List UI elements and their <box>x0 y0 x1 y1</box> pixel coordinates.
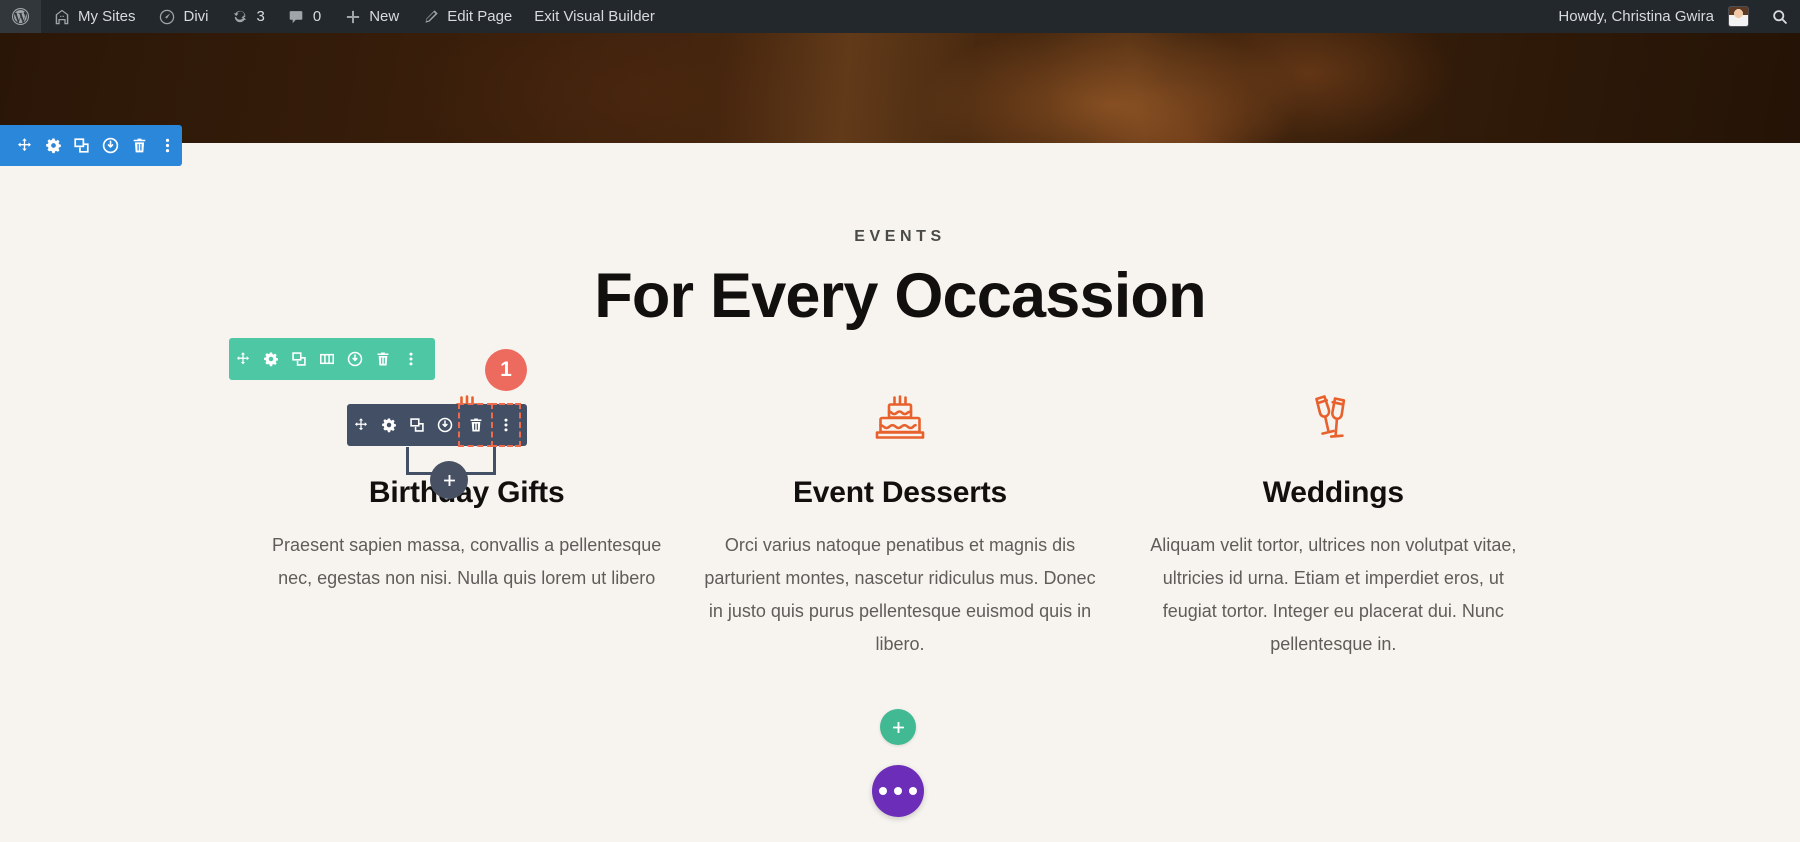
page-title: For Every Occassion <box>594 261 1206 331</box>
column-body: Praesent sapien massa, convallis a pelle… <box>272 535 662 589</box>
move-row-icon[interactable] <box>229 338 257 380</box>
add-module-inline-button[interactable] <box>430 461 468 499</box>
admin-bar-wordpress-logo[interactable] <box>0 0 41 33</box>
admin-bar-my-sites-label: My Sites <box>78 8 136 25</box>
admin-bar-new-content[interactable]: New <box>332 0 410 33</box>
sites-icon <box>52 7 71 26</box>
column-body: Orci varius natoque penatibus et magnis … <box>704 535 1096 655</box>
delete-section-icon[interactable] <box>125 125 154 166</box>
admin-bar-edit-page-label: Edit Page <box>447 8 513 25</box>
column-title: Weddings <box>1262 476 1404 510</box>
column-title: Event Desserts <box>793 476 1007 510</box>
section-eyebrow: EVENTS <box>854 228 946 245</box>
admin-bar-comments-count: 0 <box>312 8 322 25</box>
row-count-badge: 1 <box>485 349 527 391</box>
admin-bar-my-sites[interactable]: My Sites <box>41 0 147 33</box>
module-toolbar[interactable] <box>347 403 527 447</box>
search-icon <box>1770 7 1789 26</box>
admin-bar-updates[interactable]: 3 <box>220 0 276 33</box>
wordpress-logo-icon <box>11 7 30 26</box>
column-structure-icon[interactable] <box>313 338 341 380</box>
birthday-cake-icon <box>701 384 1098 446</box>
ellipsis-icon <box>879 787 887 795</box>
module-options-icon[interactable] <box>491 403 521 447</box>
admin-bar-howdy-label: Howdy, Christina Gwira <box>1558 8 1714 25</box>
column-weddings[interactable]: Weddings Aliquam velit tortor, ultrices … <box>1117 384 1550 661</box>
ellipsis-icon <box>894 787 902 795</box>
disable-row-icon[interactable] <box>341 338 369 380</box>
admin-bar-divi-label: Divi <box>183 8 209 25</box>
disable-module-icon[interactable] <box>431 404 459 446</box>
delete-row-icon[interactable] <box>369 338 397 380</box>
builder-settings-fab[interactable] <box>872 765 924 817</box>
section-toolbar[interactable] <box>0 125 182 166</box>
move-section-icon[interactable] <box>10 125 39 166</box>
admin-bar-my-account[interactable]: Howdy, Christina Gwira <box>1547 0 1759 33</box>
comments-icon <box>287 7 306 26</box>
section-heading-group: EVENTS For Every Occassion <box>0 143 1800 330</box>
move-module-icon[interactable] <box>347 404 375 446</box>
module-settings-icon[interactable] <box>375 404 403 446</box>
blurb-columns: Birthday Gifts Praesent sapien massa, co… <box>0 384 1800 661</box>
hero-image-strip <box>0 33 1800 143</box>
row-toolbar[interactable] <box>229 338 435 380</box>
admin-bar-exit-visual-builder[interactable]: Exit Visual Builder <box>523 0 666 33</box>
plus-icon <box>343 7 362 26</box>
column-body: Aliquam velit tortor, ultrices non volut… <box>1150 535 1517 655</box>
admin-bar-comments[interactable]: 0 <box>276 0 332 33</box>
section-settings-icon[interactable] <box>39 125 68 166</box>
admin-bar-right-group: Howdy, Christina Gwira <box>1547 0 1800 33</box>
admin-bar-new-label: New <box>369 8 400 25</box>
add-module-button[interactable] <box>880 709 916 745</box>
champagne-glasses-icon <box>1135 384 1532 446</box>
avatar <box>1729 7 1748 26</box>
admin-bar-updates-count: 3 <box>256 8 265 25</box>
divi-dashboard-icon <box>158 7 177 26</box>
ellipsis-icon <box>909 787 917 795</box>
duplicate-module-icon[interactable] <box>403 404 431 446</box>
section-options-icon[interactable] <box>153 125 182 166</box>
admin-bar-divi[interactable]: Divi <box>147 0 220 33</box>
duplicate-section-icon[interactable] <box>67 125 96 166</box>
pencil-icon <box>421 7 440 26</box>
admin-bar-exit-visual-builder-label: Exit Visual Builder <box>534 8 655 25</box>
column-event-desserts[interactable]: Event Desserts Orci varius natoque penat… <box>683 384 1116 661</box>
disable-section-icon[interactable] <box>96 125 125 166</box>
updates-icon <box>231 7 250 26</box>
row-options-icon[interactable] <box>397 338 425 380</box>
admin-bar-search[interactable] <box>1759 0 1800 33</box>
wp-admin-bar: My Sites Divi 3 0 New Edit Page Exit Vis… <box>0 0 1800 33</box>
delete-module-icon[interactable] <box>458 403 493 447</box>
row-settings-icon[interactable] <box>257 338 285 380</box>
admin-bar-edit-page[interactable]: Edit Page <box>410 0 523 33</box>
duplicate-row-icon[interactable] <box>285 338 313 380</box>
